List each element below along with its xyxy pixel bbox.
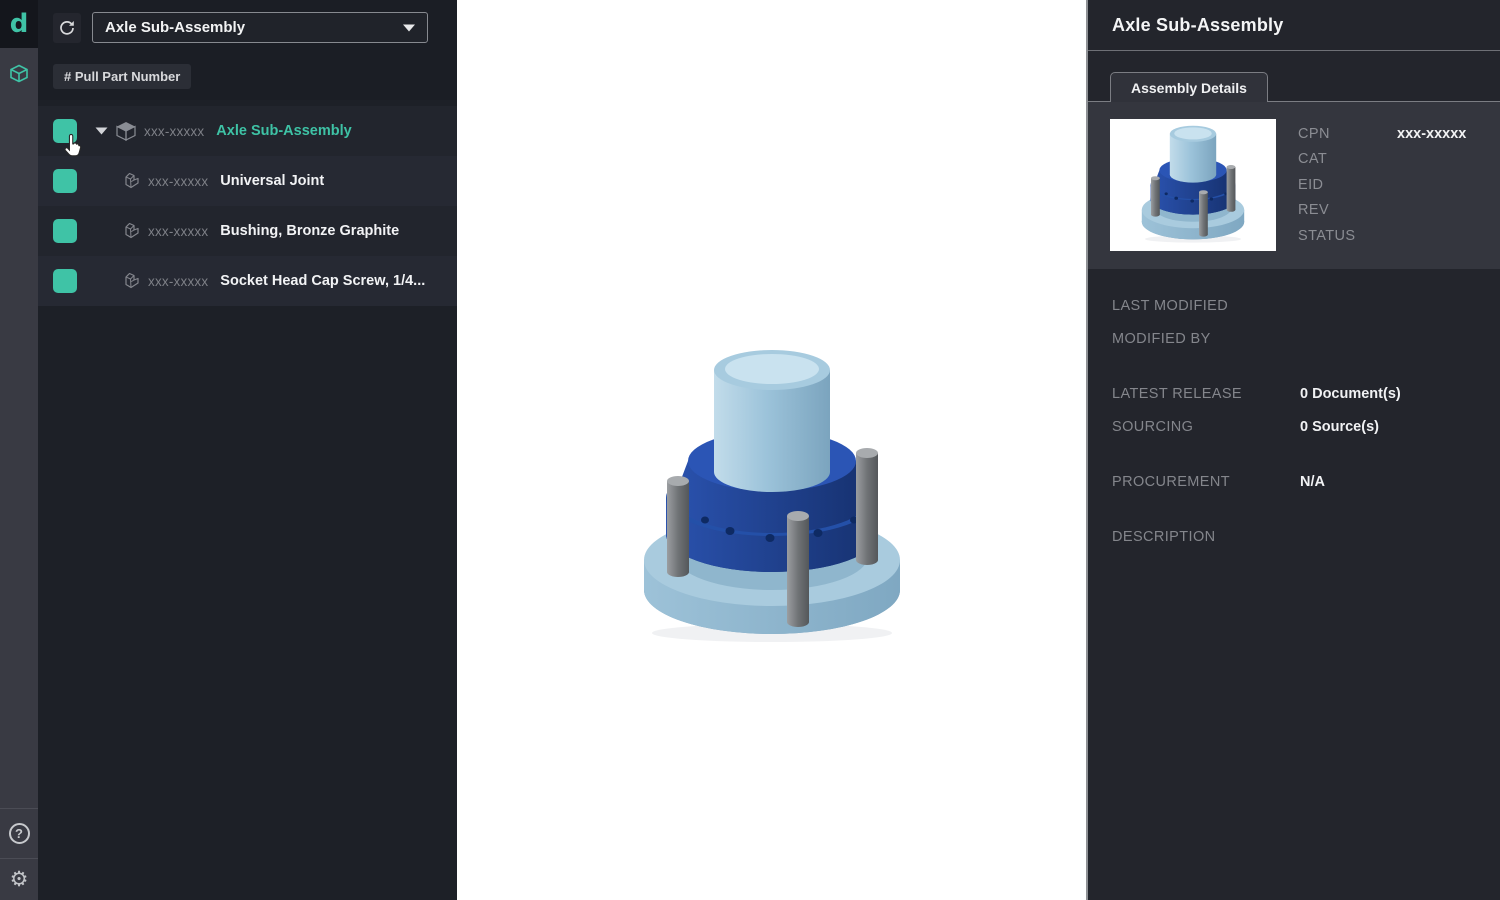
field-label: MODIFIED BY — [1112, 331, 1300, 348]
field-label: EID — [1298, 177, 1397, 193]
field-last-modified: LAST MODIFIED — [1112, 298, 1476, 315]
part-number: xxx-xxxxx — [144, 124, 204, 139]
field-label: LATEST RELEASE — [1112, 386, 1300, 403]
assembly-details-card: CPN xxx-xxxxx CAT EID REV STATUS — [1088, 101, 1500, 269]
assembly-cube-icon — [114, 120, 138, 142]
field-label: CPN — [1298, 126, 1397, 142]
help-icon: ? — [9, 823, 30, 844]
part-number: xxx-xxxxx — [148, 174, 208, 189]
field-value: N/A — [1300, 474, 1325, 491]
tree-row-assembly[interactable]: xxx-xxxxx Axle Sub-Assembly — [38, 106, 457, 156]
field-value: xxx-xxxxx — [1397, 126, 1466, 142]
pull-part-number-button[interactable]: # Pull Part Number — [53, 64, 191, 89]
field-value: 0 Source(s) — [1300, 419, 1379, 436]
details-header: Axle Sub-Assembly — [1088, 0, 1500, 51]
app-logo-letter: d — [10, 9, 29, 39]
field-label: LAST MODIFIED — [1112, 298, 1300, 315]
part-name[interactable]: Universal Joint — [220, 173, 324, 189]
field-modified-by: MODIFIED BY — [1112, 331, 1476, 348]
field-label: CAT — [1298, 151, 1397, 167]
details-tabs: Assembly Details — [1088, 51, 1500, 101]
field-description: DESCRIPTION — [1112, 529, 1476, 546]
assembly-dropdown[interactable]: Axle Sub-Assembly — [92, 12, 428, 43]
help-button[interactable]: ? — [0, 808, 38, 858]
part-block-icon — [122, 271, 142, 291]
refresh-button[interactable] — [53, 13, 81, 43]
assembly-dropdown-value: Axle Sub-Assembly — [105, 19, 245, 36]
part-name[interactable]: Axle Sub-Assembly — [216, 123, 351, 139]
field-latest-release: LATEST RELEASE 0 Document(s) — [1112, 386, 1476, 403]
model-thumbnail[interactable] — [1110, 119, 1276, 251]
app-rail: d ? ⚙ — [0, 0, 38, 900]
field-label: STATUS — [1298, 228, 1397, 244]
part-number: xxx-xxxxx — [148, 224, 208, 239]
part-number: xxx-xxxxx — [148, 274, 208, 289]
assembly-sidebar: Axle Sub-Assembly # Pull Part Number — [38, 0, 457, 900]
part-name[interactable]: Bushing, Bronze Graphite — [220, 223, 399, 239]
app-logo[interactable]: d — [0, 0, 38, 48]
row-checkbox[interactable] — [53, 269, 77, 293]
tab-assembly-details[interactable]: Assembly Details — [1110, 72, 1268, 102]
sidebar-topbar: Axle Sub-Assembly # Pull Part Number — [38, 0, 457, 100]
details-panel: Axle Sub-Assembly Assembly Details CPN x… — [1086, 0, 1500, 900]
field-cat: CAT — [1298, 147, 1478, 173]
field-eid: EID — [1298, 172, 1478, 198]
components-cube-icon — [8, 63, 30, 85]
field-label: SOURCING — [1112, 419, 1300, 436]
part-name[interactable]: Socket Head Cap Screw, 1/4... — [220, 273, 425, 289]
field-cpn: CPN xxx-xxxxx — [1298, 121, 1478, 147]
field-label: PROCUREMENT — [1112, 474, 1300, 491]
field-value: 0 Document(s) — [1300, 386, 1401, 403]
rail-nav-components[interactable] — [0, 48, 38, 100]
field-rev: REV — [1298, 198, 1478, 224]
refresh-icon — [58, 19, 76, 37]
row-checkbox[interactable] — [53, 219, 77, 243]
row-checkbox[interactable] — [53, 169, 77, 193]
tree-row-part[interactable]: xxx-xxxxx Universal Joint — [38, 156, 457, 206]
field-label: DESCRIPTION — [1112, 529, 1300, 546]
assembly-tree: xxx-xxxxx Axle Sub-Assembly xxx-xxxxx Un… — [38, 106, 457, 306]
tree-row-part[interactable]: xxx-xxxxx Bushing, Bronze Graphite — [38, 206, 457, 256]
details-meta: LAST MODIFIED MODIFIED BY LATEST RELEASE… — [1088, 298, 1500, 546]
chevron-down-icon — [403, 24, 415, 32]
details-title: Axle Sub-Assembly — [1112, 15, 1283, 36]
axle-sub-assembly-model[interactable] — [622, 348, 922, 648]
field-sourcing: SOURCING 0 Source(s) — [1112, 419, 1476, 436]
row-checkbox[interactable] — [53, 119, 77, 143]
tree-row-part[interactable]: xxx-xxxxx Socket Head Cap Screw, 1/4... — [38, 256, 457, 306]
field-procurement: PROCUREMENT N/A — [1112, 474, 1476, 491]
part-block-icon — [122, 221, 142, 241]
field-label: REV — [1298, 202, 1397, 218]
gear-icon: ⚙ — [10, 869, 29, 890]
settings-button[interactable]: ⚙ — [0, 858, 38, 900]
field-status: STATUS — [1298, 223, 1478, 249]
3d-viewport[interactable] — [457, 0, 1086, 900]
expand-caret-icon[interactable] — [95, 127, 108, 135]
part-block-icon — [122, 171, 142, 191]
